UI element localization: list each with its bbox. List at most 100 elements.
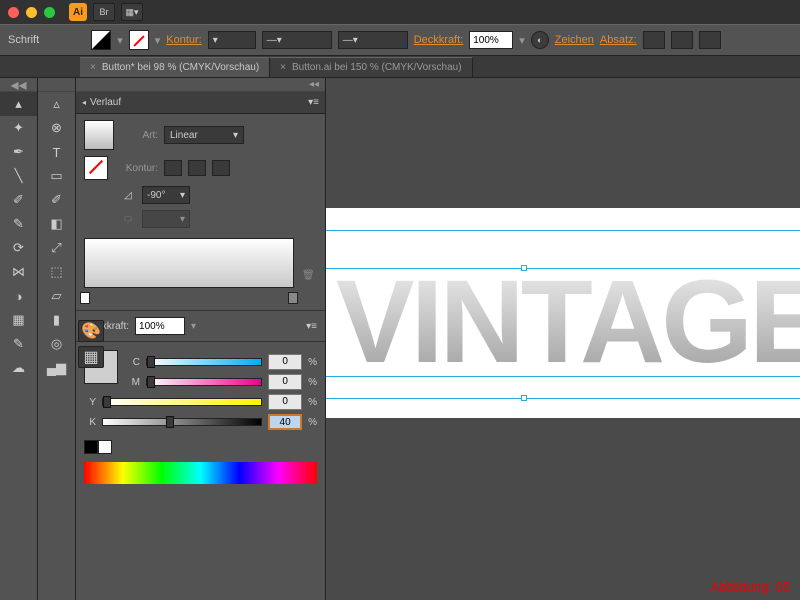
color-spectrum[interactable] — [84, 462, 317, 484]
slider-thumb[interactable] — [147, 376, 155, 388]
brush-select[interactable]: —▾ — [338, 31, 408, 49]
chevron-icon: ◂ — [82, 98, 86, 107]
selection-tool[interactable]: ▴ — [0, 92, 37, 116]
mesh-tool[interactable]: ▦ — [0, 308, 37, 332]
layout-button[interactable]: ▦▾ — [121, 3, 143, 21]
stroke-grad-btn-3[interactable] — [212, 160, 230, 176]
slider-track[interactable] — [146, 358, 262, 366]
options-bar: Schrift ▾ ▾ Kontur: ▾ —▾ —▾ Deckkraft: ▾… — [0, 24, 800, 56]
figure-caption: Abbildung: 08 — [710, 579, 790, 594]
stroke-swatch[interactable] — [129, 30, 149, 50]
swatches-dock-icon[interactable]: ▦ — [78, 346, 104, 368]
panel-title: Verlauf — [90, 97, 121, 108]
paragraph-link[interactable]: Absatz: — [600, 34, 637, 46]
rotate-tool[interactable]: ⟳ — [0, 236, 37, 260]
angle-input[interactable]: -90°▾ — [142, 186, 190, 204]
align-center-button[interactable] — [671, 31, 693, 49]
brush-tool[interactable]: ✐ — [0, 188, 37, 212]
tools-col-b: ▵ ⊗ T ▭ ✐ ◧ ⤢ ⬚ ▱ ▮ ◎ ▄▆ — [38, 78, 76, 600]
stroke-link[interactable]: Kontur: — [166, 34, 201, 46]
gradient-tool[interactable]: ▮ — [38, 308, 75, 332]
slider-thumb[interactable] — [103, 396, 111, 408]
blend-tool[interactable]: ◎ — [38, 332, 75, 356]
pen-tool[interactable]: ✒ — [0, 140, 37, 164]
character-link[interactable]: Zeichen — [555, 34, 594, 46]
slider-thumb[interactable] — [166, 416, 174, 428]
eyedropper-tool[interactable]: ✎ — [0, 332, 37, 356]
var-width-select[interactable]: —▾ — [262, 31, 332, 49]
align-right-button[interactable] — [699, 31, 721, 49]
stroke-weight-select[interactable]: ▾ — [208, 31, 256, 49]
cmyk-slider-row: C 0% — [128, 354, 317, 370]
panel-menu-icon[interactable]: ▾≡ — [306, 321, 317, 332]
slider-value[interactable]: 0 — [268, 374, 302, 390]
gradient-type-select[interactable]: Linear▾ — [164, 126, 244, 144]
collapse-icon[interactable]: ◂◂ — [0, 78, 37, 92]
free-transform-tool[interactable]: ⬚ — [38, 260, 75, 284]
blob-brush-tool[interactable]: ✐ — [38, 188, 75, 212]
bw-swatches[interactable] — [84, 440, 317, 454]
stop-opacity-input[interactable] — [135, 317, 185, 335]
gradient-stop-right[interactable] — [288, 292, 298, 304]
gradient-stop-left[interactable] — [80, 292, 90, 304]
slider-value[interactable]: 0 — [268, 394, 302, 410]
opacity-input[interactable] — [469, 31, 513, 49]
panel-collapse-icon[interactable]: ◂◂ — [76, 78, 325, 92]
window-controls — [8, 7, 55, 18]
trash-icon[interactable]: 🗑 — [302, 270, 315, 281]
rectangle-tool[interactable]: ▭ — [38, 164, 75, 188]
scale-tool[interactable]: ⤢ — [38, 236, 75, 260]
opacity-link[interactable]: Deckkraft: — [414, 34, 464, 46]
tab-button-2[interactable]: ×Button.ai bei 150 % (CMYK/Vorschau) — [270, 57, 472, 77]
slider-track[interactable] — [102, 418, 262, 426]
gradient-swatch[interactable] — [84, 120, 114, 150]
canvas-text: VINTAGE — [336, 254, 800, 390]
gradient-preview[interactable] — [84, 238, 294, 288]
align-left-button[interactable] — [643, 31, 665, 49]
slider-track[interactable] — [146, 378, 262, 386]
graph-tool[interactable]: ▄▆ — [38, 356, 75, 380]
stroke-gradient-swatch[interactable] — [84, 156, 108, 180]
color-dock-icon[interactable]: 🎨 — [78, 320, 104, 342]
selection-handle[interactable] — [521, 395, 527, 401]
magic-wand-tool[interactable]: ✦ — [0, 116, 37, 140]
close-tab-icon[interactable]: × — [90, 62, 96, 73]
stroke-grad-btn-2[interactable] — [188, 160, 206, 176]
symbol-tool[interactable]: ☁ — [0, 356, 37, 380]
guide-line — [326, 230, 800, 231]
gradient-stops[interactable] — [84, 290, 294, 304]
lasso-tool[interactable]: ⊗ — [38, 116, 75, 140]
pencil-tool[interactable]: ✎ — [0, 212, 37, 236]
line-tool[interactable]: ╲ — [0, 164, 37, 188]
document-tabs: ×Button* bei 98 % (CMYK/Vorschau) ×Butto… — [0, 56, 800, 78]
aspect-icon: ⬭ — [120, 214, 136, 225]
slider-thumb[interactable] — [147, 356, 155, 368]
pct-label: % — [308, 357, 317, 368]
slider-track[interactable] — [102, 398, 262, 406]
cmyk-slider-row: K40% — [84, 414, 317, 430]
width-tool[interactable]: ⋈ — [0, 260, 37, 284]
panel-menu-icon[interactable]: ▾≡ — [308, 97, 319, 108]
shape-builder-tool[interactable]: ◑ — [0, 284, 37, 308]
bridge-button[interactable]: Br — [93, 3, 115, 21]
fill-swatch[interactable] — [91, 30, 111, 50]
type-label: Art: — [120, 130, 158, 141]
spacer — [38, 78, 75, 92]
style-button[interactable]: ◐ — [531, 31, 549, 49]
close-icon[interactable] — [8, 7, 19, 18]
slider-value[interactable]: 0 — [268, 354, 302, 370]
stroke-grad-btn-1[interactable] — [164, 160, 182, 176]
tab-button-1[interactable]: ×Button* bei 98 % (CMYK/Vorschau) — [80, 57, 270, 77]
canvas[interactable]: VINTAGE Abbildung: 08 — [326, 78, 800, 600]
slider-label: C — [128, 357, 140, 368]
eraser-tool[interactable]: ◧ — [38, 212, 75, 236]
type-tool[interactable]: T — [38, 140, 75, 164]
perspective-tool[interactable]: ▱ — [38, 284, 75, 308]
cmyk-slider-row: M0% — [128, 374, 317, 390]
direct-selection-tool[interactable]: ▵ — [38, 92, 75, 116]
zoom-icon[interactable] — [44, 7, 55, 18]
slider-value[interactable]: 40 — [268, 414, 302, 430]
gradient-panel-header[interactable]: ◂ Verlauf ▾≡ — [76, 92, 325, 114]
minimize-icon[interactable] — [26, 7, 37, 18]
close-tab-icon[interactable]: × — [280, 62, 286, 73]
